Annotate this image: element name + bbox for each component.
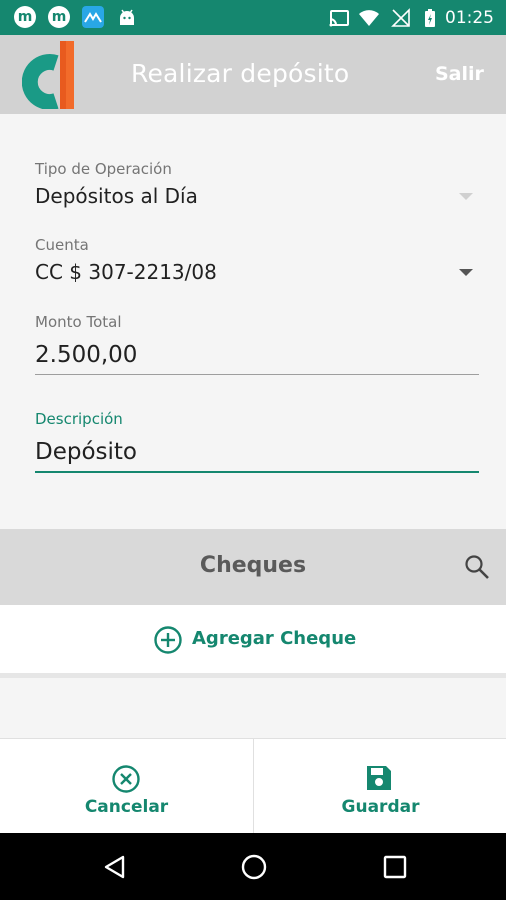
account-select[interactable]: CC $ 307-2213/08 [35, 260, 217, 284]
amount-label: Monto Total [35, 313, 122, 331]
add-circle-icon [153, 625, 183, 655]
wifi-icon [358, 7, 380, 29]
app-bar: Realizar depósito Salir [0, 35, 506, 114]
app-logo-d [21, 41, 80, 110]
cancel-label: Cancelar [84, 797, 169, 817]
cancel-circle-icon [111, 764, 141, 794]
operation-type-dropdown-icon[interactable] [459, 193, 473, 200]
description-underline [35, 471, 479, 473]
operation-type-select[interactable]: Depósitos al Día [35, 184, 198, 208]
no-signal-icon [390, 7, 412, 29]
android-icon [116, 7, 138, 29]
battery-icon [419, 7, 441, 29]
home-icon[interactable] [240, 853, 268, 881]
save-label: Guardar [341, 797, 420, 817]
cheques-title: Cheques [199, 553, 307, 578]
back-icon[interactable] [102, 854, 128, 880]
m-app-icon: m [14, 6, 36, 28]
cancel-button[interactable]: Cancelar [0, 739, 253, 834]
m-app-icon: m [48, 6, 70, 28]
save-button[interactable]: Guardar [254, 739, 506, 834]
status-time: 01:25 [445, 8, 494, 28]
amount-underline [35, 374, 479, 375]
bottom-actions: Cancelar Guardar [0, 738, 506, 834]
description-input[interactable]: Depósito [35, 439, 137, 465]
deposit-form: Tipo de Operación Depósitos al Día Cuent… [0, 114, 506, 529]
exit-button[interactable]: Salir [435, 63, 484, 85]
search-icon[interactable] [464, 554, 490, 580]
recents-icon[interactable] [382, 854, 408, 880]
operation-type-label: Tipo de Operación [35, 160, 172, 178]
page-title: Realizar depósito [131, 59, 350, 88]
cheque-list [0, 678, 506, 738]
save-icon [365, 764, 393, 792]
amount-input[interactable]: 2.500,00 [35, 342, 137, 368]
cheques-header: Cheques [0, 529, 506, 605]
status-bar: m m 01:25 [0, 0, 506, 35]
add-cheque-label: Agregar Cheque [192, 628, 357, 649]
add-cheque-button[interactable]: Agregar Cheque [0, 605, 506, 673]
navigation-bar [0, 833, 506, 900]
account-dropdown-icon[interactable] [459, 269, 473, 276]
cast-icon [328, 7, 350, 29]
mountain-app-icon [82, 6, 104, 28]
account-label: Cuenta [35, 236, 89, 254]
description-label: Descripción [35, 410, 123, 428]
